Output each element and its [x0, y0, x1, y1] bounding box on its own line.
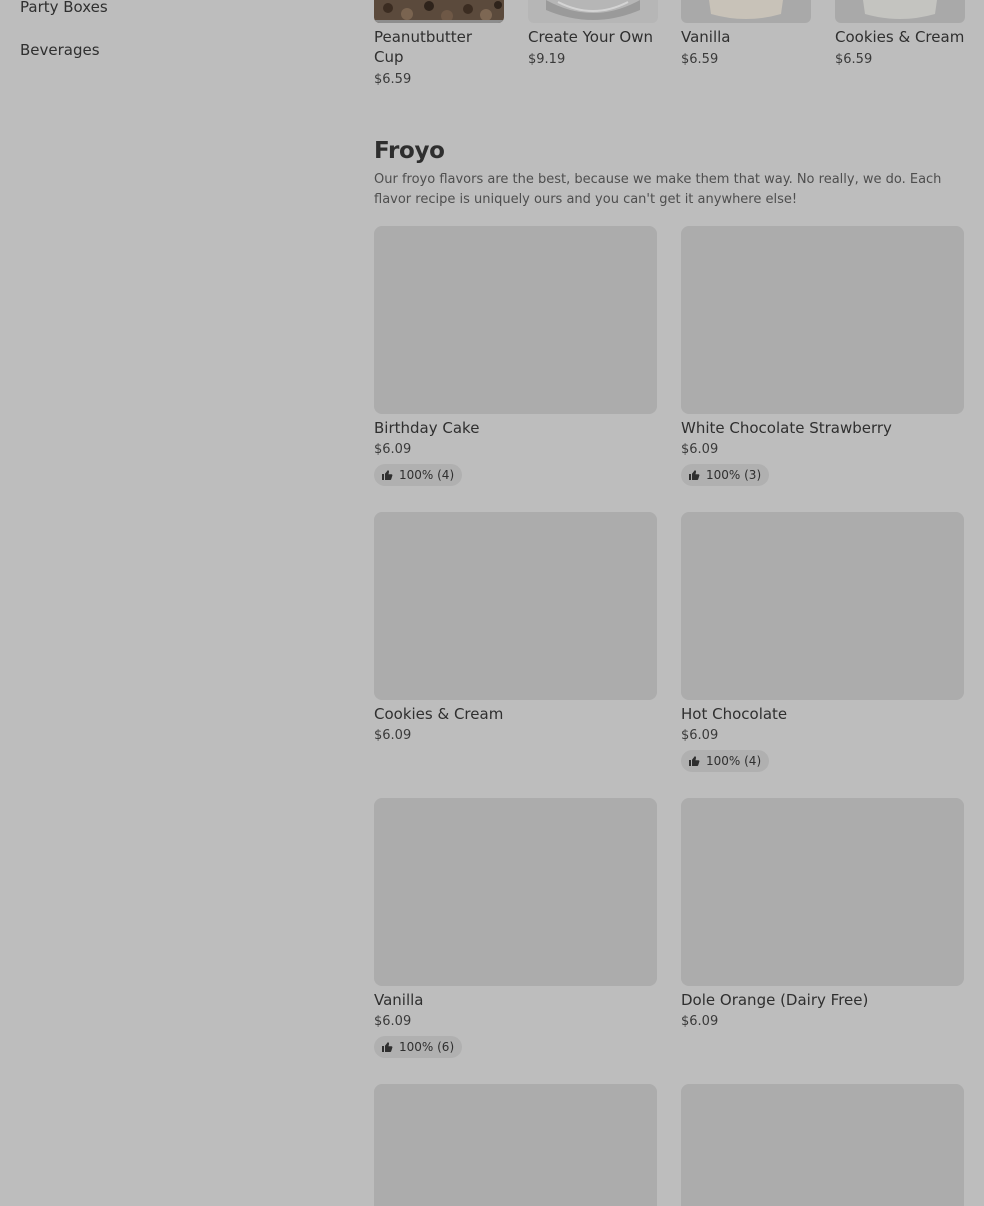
- item-price: $6.09: [681, 728, 719, 743]
- section-title: Froyo: [374, 138, 445, 164]
- product-image: [681, 226, 964, 414]
- product-image: [681, 512, 964, 700]
- item-name: Cookies & Cream: [835, 28, 965, 46]
- thumbs-up-icon: [382, 1042, 393, 1052]
- item-name: Cookies & Cream: [374, 705, 504, 723]
- rating-text: 100% (4): [399, 468, 455, 482]
- menu-item-card[interactable]: [374, 1084, 657, 1206]
- product-image: [374, 1084, 657, 1206]
- item-price: $6.59: [681, 52, 719, 67]
- rating-badge: 100% (4): [374, 464, 463, 486]
- rating-badge: 100% (4): [681, 750, 770, 772]
- product-image: [835, 0, 965, 23]
- thumbs-up-icon: [689, 470, 700, 480]
- menu-item-card[interactable]: Cookies & Cream $6.09: [374, 512, 657, 744]
- item-name: White Chocolate Strawberry: [681, 419, 892, 437]
- product-image: [374, 512, 657, 700]
- menu-item-card[interactable]: Vanilla $6.09 100% (6): [374, 798, 657, 1058]
- menu-item-card[interactable]: Birthday Cake $6.09 100% (4): [374, 226, 657, 486]
- menu-item-card[interactable]: White Chocolate Strawberry $6.09 100% (3…: [681, 226, 964, 486]
- rating-text: 100% (4): [706, 754, 762, 768]
- rating-badge: 100% (6): [374, 1036, 463, 1058]
- rating-text: 100% (3): [706, 468, 762, 482]
- thumbs-up-icon: [689, 756, 700, 766]
- product-image: [374, 0, 504, 23]
- item-price: $6.09: [374, 1014, 412, 1029]
- product-image: [681, 0, 811, 23]
- menu-item-card[interactable]: [681, 1084, 964, 1206]
- sidebar-item-beverages[interactable]: Beverages: [20, 41, 100, 59]
- item-price: $6.59: [835, 52, 873, 67]
- sidebar-item-party-boxes[interactable]: Party Boxes: [20, 0, 108, 16]
- product-image: [374, 798, 657, 986]
- item-price: $6.09: [681, 1014, 719, 1029]
- section-description: Our froyo flavors are the best, because …: [374, 172, 942, 207]
- product-image: [681, 1084, 964, 1206]
- item-name: Hot Chocolate: [681, 705, 788, 723]
- menu-item-card[interactable]: Hot Chocolate $6.09 100% (4): [681, 512, 964, 772]
- item-name: Dole Orange (Dairy Free): [681, 991, 869, 1009]
- thumbs-up-icon: [382, 470, 393, 480]
- rating-text: 100% (6): [399, 1040, 455, 1054]
- item-price: $6.09: [374, 442, 412, 457]
- item-name: Vanilla: [681, 28, 731, 46]
- product-image: [528, 0, 658, 23]
- menu-item-card[interactable]: Dole Orange (Dairy Free) $6.09: [681, 798, 964, 1030]
- product-image: [681, 798, 964, 986]
- item-name: Birthday Cake: [374, 419, 480, 437]
- item-price: $9.19: [528, 52, 566, 67]
- item-name: Peanutbutter Cup: [374, 28, 473, 66]
- item-price: $6.09: [374, 728, 412, 743]
- item-name: Create Your Own: [528, 28, 653, 46]
- item-price: $6.59: [374, 72, 412, 87]
- item-price: $6.09: [681, 442, 719, 457]
- item-name: Vanilla: [374, 991, 424, 1009]
- rating-badge: 100% (3): [681, 464, 770, 486]
- product-image: [374, 226, 657, 414]
